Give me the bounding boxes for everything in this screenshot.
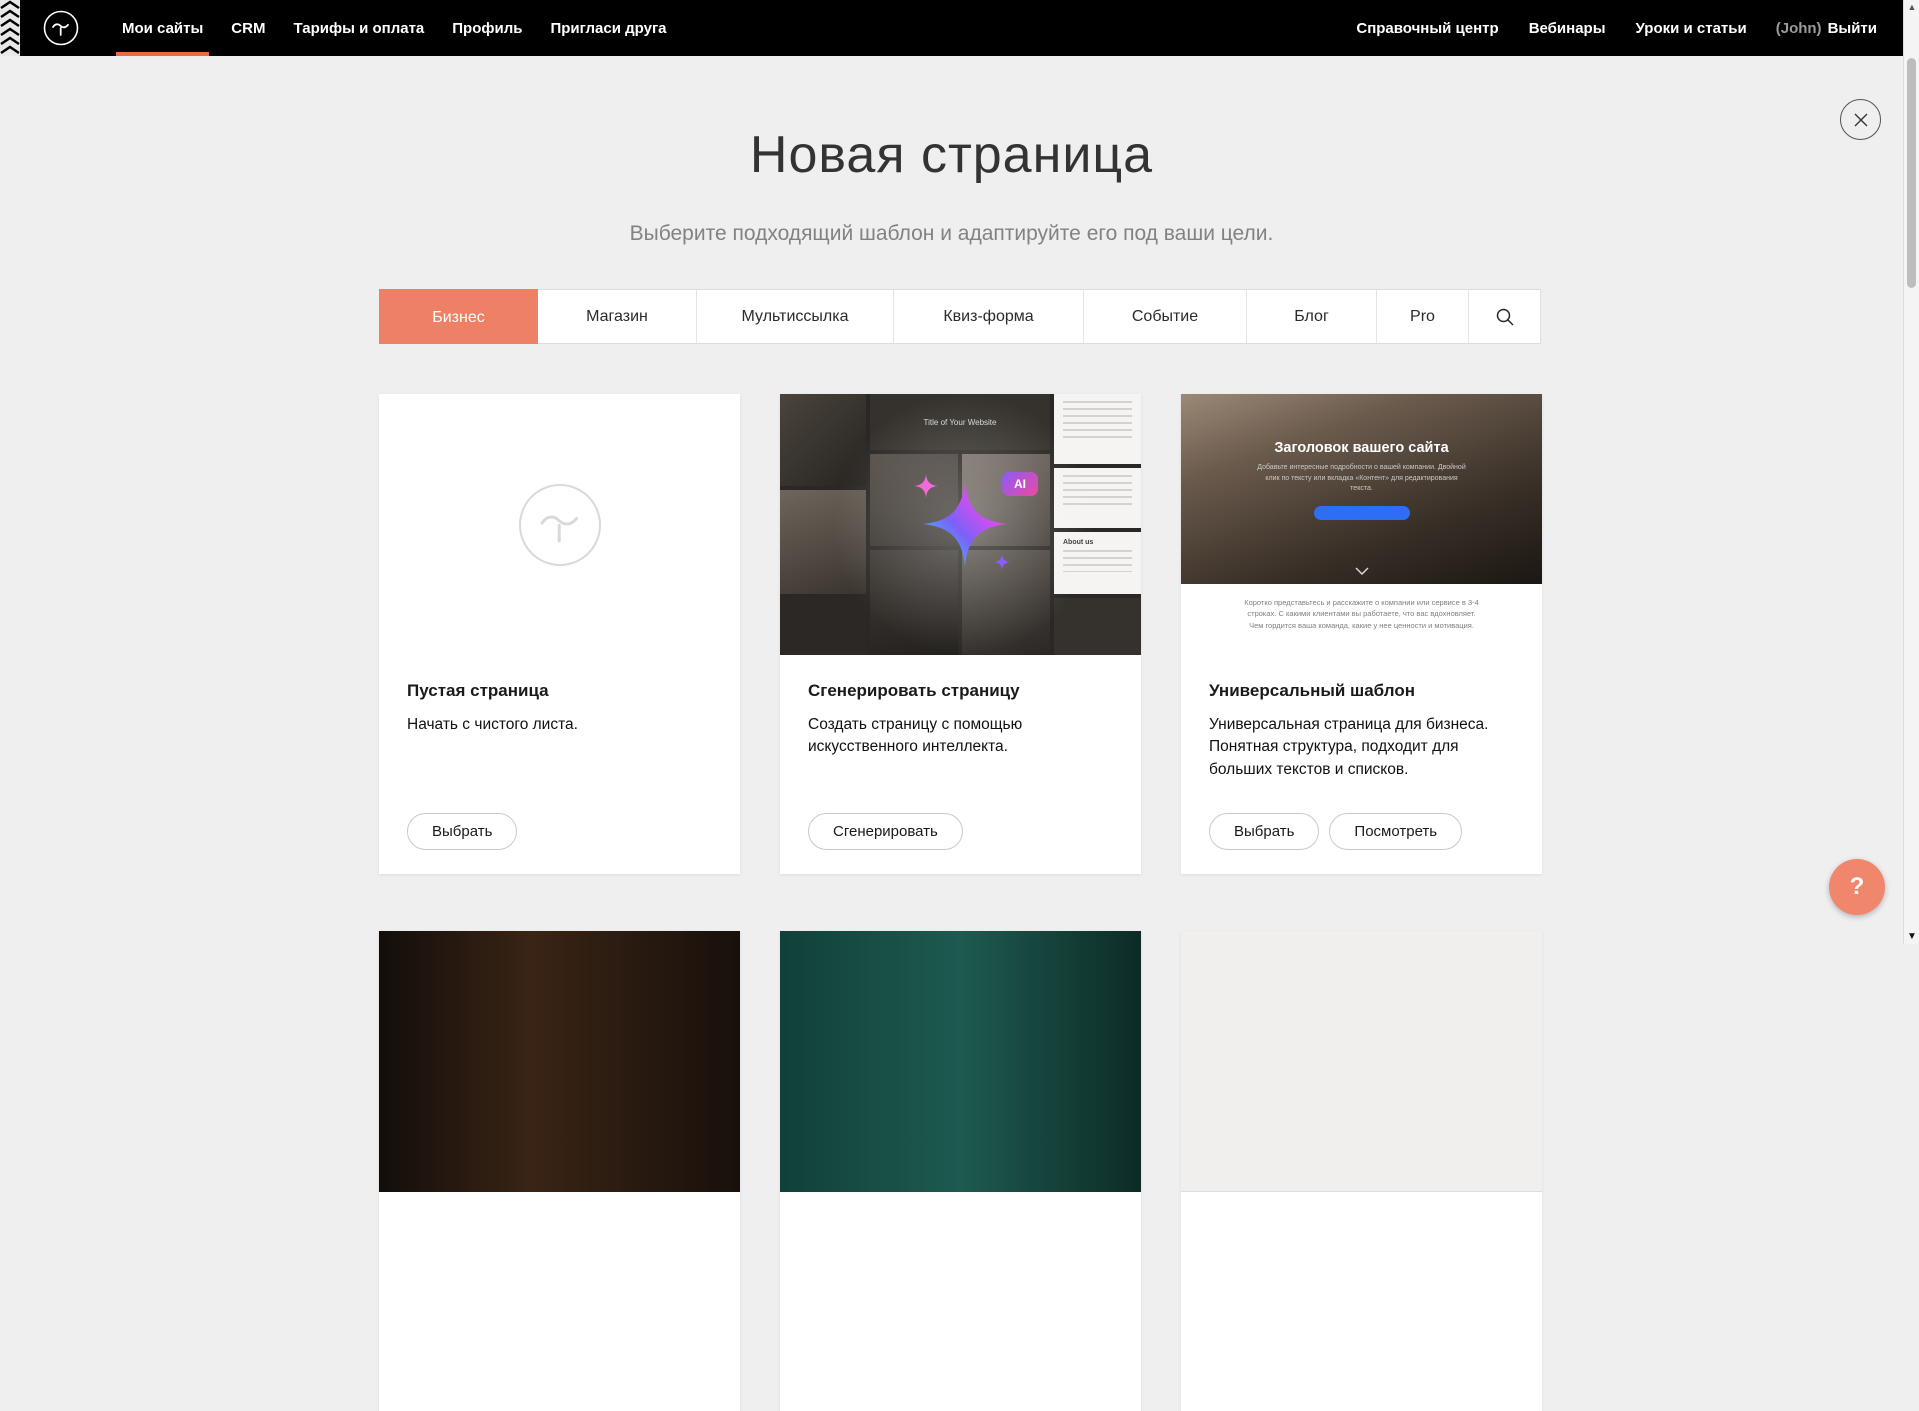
tab-quiz-form[interactable]: Квиз-форма [894,290,1084,343]
template-cover-heading: Заголовок вашего сайта [1181,394,1542,456]
logout-link[interactable]: Выйти [1828,20,1877,37]
template-card-ai-generate: Title of Your Website About us [780,394,1141,874]
page-title: Новая страница [0,125,1903,185]
scroll-down-icon[interactable]: ▼ [1904,931,1919,942]
tab-event[interactable]: Событие [1084,290,1247,343]
chevron-down-icon [1355,567,1369,575]
user-box: (John) Выйти [1762,20,1877,37]
template-cover-cta-button [1314,506,1410,520]
nav-profile[interactable]: Профиль [438,0,536,56]
template-card-partial[interactable] [1181,931,1542,1411]
tab-business[interactable]: Бизнес [379,289,538,344]
nav-tariffs[interactable]: Тарифы и оплата [279,0,438,56]
nav-crm[interactable]: CRM [217,0,279,56]
template-category-tabs: Бизнес Магазин Мультиссылка Квиз-форма С… [379,289,1541,344]
template-cards-grid: Пустая страница Начать с чистого листа. … [379,394,1542,1411]
tab-blog[interactable]: Блог [1247,290,1377,343]
scroll-up-icon[interactable]: ▲ [1904,2,1919,12]
vertical-scrollbar[interactable]: ▲ ▼ [1903,0,1919,944]
card-title: Пустая страница [407,681,712,701]
nav-webinars[interactable]: Вебинары [1514,20,1621,37]
template-preview-image [780,931,1141,1192]
search-icon [1495,307,1515,327]
tilda-logo[interactable] [42,9,80,47]
template-preview-image [379,931,740,1192]
template-cover: Заголовок вашего сайта Добавьте интересн… [1181,394,1542,584]
ai-collage-preview: Title of Your Website About us [780,394,1141,655]
card-title: Универсальный шаблон [1209,681,1514,701]
tab-multilink[interactable]: Мультиссылка [697,290,894,343]
card-title: Сгенерировать страницу [808,681,1113,701]
template-cover-caption: Добавьте интересные подробности о вашей … [1254,463,1470,495]
main-nav: Мои сайты CRM Тарифы и оплата Профиль Пр… [108,0,681,56]
blank-preview [379,394,740,655]
template-card-partial[interactable] [780,931,1141,1411]
template-card-blank: Пустая страница Начать с чистого листа. … [379,394,740,874]
secondary-nav: Справочный центр Вебинары Уроки и статьи… [1341,20,1903,37]
nav-my-sites[interactable]: Мои сайты [108,0,217,56]
template-body-section: Коротко представьтесь и расскажите о ком… [1181,584,1542,655]
card-description: Универсальная страница для бизнеса. Поня… [1209,714,1514,781]
card-description: Создать страницу с помощью искусственног… [808,714,1113,759]
card-description: Начать с чистого листа. [407,714,712,736]
small-sparkle-icon [913,473,939,499]
template-card-universal: Заголовок вашего сайта Добавьте интересн… [1181,394,1542,874]
ai-badge: AI [1002,472,1038,496]
page-subtitle: Выберите подходящий шаблон и адаптируйте… [0,222,1903,246]
generate-button[interactable]: Сгенерировать [808,813,963,850]
tab-pro[interactable]: Pro [1377,290,1469,343]
tab-search[interactable] [1469,290,1540,343]
nav-lessons[interactable]: Уроки и статьи [1621,20,1762,37]
choose-button[interactable]: Выбрать [1209,813,1319,850]
nav-help-center[interactable]: Справочный центр [1341,20,1513,37]
choose-button[interactable]: Выбрать [407,813,517,850]
zigzag-decoration [0,0,20,56]
nav-invite-friend[interactable]: Пригласи друга [536,0,680,56]
preview-button[interactable]: Посмотреть [1329,813,1462,850]
template-preview-image [1181,931,1542,1192]
top-navigation-bar: Мои сайты CRM Тарифы и оплата Профиль Пр… [0,0,1903,56]
user-name: (John) [1776,20,1822,37]
tab-store[interactable]: Магазин [538,290,697,343]
universal-template-preview: Заголовок вашего сайта Добавьте интересн… [1181,394,1542,655]
template-body-text: Коротко представьтесь и расскажите о ком… [1243,584,1481,631]
small-sparkle-icon [993,553,1011,571]
scrollbar-thumb[interactable] [1907,58,1916,288]
help-button[interactable]: ? [1829,859,1885,915]
template-card-partial[interactable] [379,931,740,1411]
tilda-watermark-icon [517,482,603,568]
